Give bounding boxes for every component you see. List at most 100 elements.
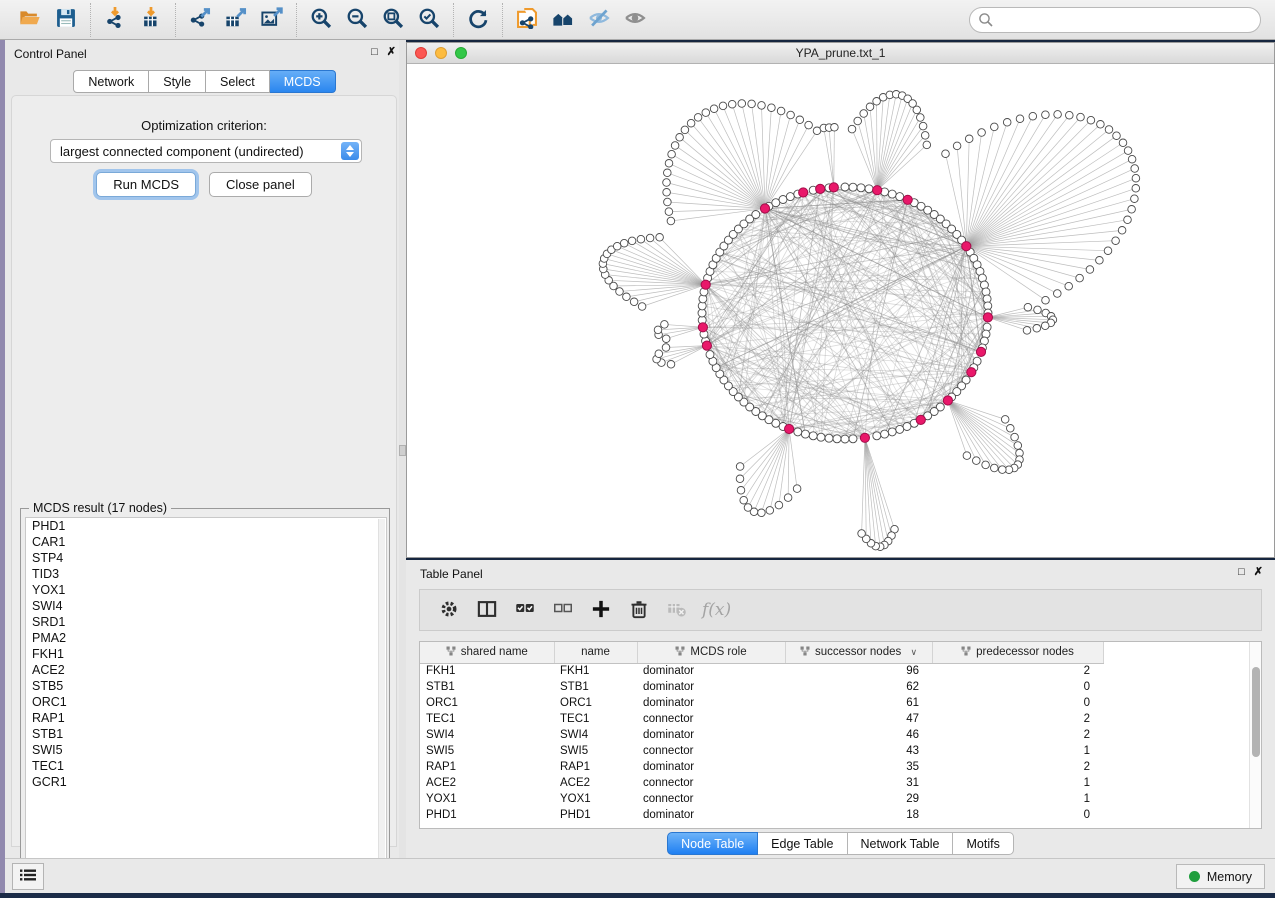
network-node[interactable] (917, 114, 925, 122)
mcds-node[interactable] (799, 188, 808, 197)
mcds-node[interactable] (860, 433, 869, 442)
network-node[interactable] (784, 494, 792, 502)
close-table-panel-icon[interactable]: ✗ (1254, 566, 1263, 579)
network-node[interactable] (661, 321, 669, 329)
network-node[interactable] (923, 141, 931, 149)
export-table-button[interactable] (218, 5, 254, 35)
network-node[interactable] (768, 104, 776, 112)
mcds-result-item[interactable]: PHD1 (26, 518, 386, 534)
mcds-node[interactable] (983, 313, 992, 322)
network-node[interactable] (1023, 327, 1031, 335)
zoom-in-button[interactable] (303, 5, 339, 35)
close-panel-icon[interactable]: ✗ (387, 46, 396, 59)
network-node[interactable] (1041, 322, 1049, 330)
network-node[interactable] (1011, 433, 1019, 441)
unselect-all-button[interactable] (548, 595, 578, 625)
network-node[interactable] (623, 293, 631, 301)
show-columns-button[interactable] (472, 595, 502, 625)
network-node[interactable] (1087, 116, 1095, 124)
network-node[interactable] (794, 428, 802, 436)
mcds-result-item[interactable]: FKH1 (26, 646, 386, 662)
network-node[interactable] (1097, 121, 1105, 129)
network-node[interactable] (1104, 247, 1112, 255)
network-node[interactable] (744, 504, 752, 512)
network-node[interactable] (1014, 442, 1022, 450)
network-node[interactable] (805, 121, 813, 129)
mcds-node[interactable] (943, 396, 952, 405)
network-node[interactable] (865, 185, 873, 193)
network-node[interactable] (737, 487, 745, 495)
network-node[interactable] (1124, 216, 1132, 224)
network-node[interactable] (786, 193, 794, 201)
close-panel-button[interactable]: Close panel (209, 172, 312, 197)
select-all-button[interactable] (510, 595, 540, 625)
network-node[interactable] (667, 361, 675, 369)
network-node[interactable] (1105, 126, 1113, 134)
network-node[interactable] (1086, 266, 1094, 274)
mcds-node[interactable] (916, 415, 925, 424)
network-node[interactable] (613, 242, 621, 250)
table-row[interactable]: SWI4SWI4dominator462 (420, 727, 1103, 743)
network-node[interactable] (758, 509, 766, 517)
tab-network[interactable]: Network (73, 70, 149, 93)
mcds-result-item[interactable]: STB5 (26, 678, 386, 694)
mcds-list-scrollbar[interactable] (378, 519, 385, 875)
column-header-MCDS-role[interactable]: MCDS role (637, 642, 785, 663)
network-node[interactable] (676, 134, 684, 142)
network-node[interactable] (1042, 296, 1050, 304)
table-scrollbar-thumb[interactable] (1252, 667, 1260, 757)
network-node[interactable] (825, 434, 833, 442)
network-node[interactable] (1024, 303, 1032, 311)
tab-motifs[interactable]: Motifs (953, 832, 1013, 855)
save-session-button[interactable] (48, 5, 84, 35)
mcds-node[interactable] (760, 204, 769, 213)
network-node[interactable] (991, 123, 999, 131)
network-node[interactable] (1034, 306, 1042, 314)
table-scrollbar[interactable] (1249, 642, 1261, 828)
network-node[interactable] (736, 463, 744, 471)
network-node[interactable] (667, 217, 675, 225)
network-node[interactable] (848, 125, 856, 133)
network-node[interactable] (1131, 165, 1139, 173)
memory-button[interactable]: Memory (1176, 864, 1265, 889)
mcds-result-item[interactable]: PMA2 (26, 630, 386, 646)
network-node[interactable] (978, 129, 986, 137)
network-node[interactable] (1001, 416, 1009, 424)
zoom-selected-button[interactable] (411, 5, 447, 35)
network-node[interactable] (1065, 282, 1073, 290)
network-node[interactable] (662, 335, 670, 343)
table-row[interactable]: ACE2ACE2connector311 (420, 775, 1103, 791)
mcds-node[interactable] (701, 280, 710, 289)
network-node[interactable] (664, 198, 672, 206)
network-node[interactable] (833, 435, 841, 443)
network-node[interactable] (1119, 139, 1127, 147)
clone-network-button[interactable] (509, 5, 545, 35)
mcds-node[interactable] (698, 323, 707, 332)
network-node[interactable] (748, 100, 756, 108)
network-node[interactable] (881, 430, 889, 438)
network-node[interactable] (775, 501, 783, 509)
network-node[interactable] (1033, 325, 1041, 333)
network-node[interactable] (779, 196, 787, 204)
float-table-panel-icon[interactable]: □ (1238, 566, 1245, 579)
network-node[interactable] (809, 432, 817, 440)
column-header-successor-nodes[interactable]: successor nodes ∨ (785, 642, 932, 663)
network-node[interactable] (706, 351, 714, 359)
network-node[interactable] (766, 507, 774, 515)
network-node[interactable] (849, 183, 857, 191)
export-image-button[interactable] (254, 5, 290, 35)
network-canvas[interactable] (407, 64, 1274, 557)
network-node[interactable] (873, 432, 881, 440)
network-node[interactable] (963, 452, 971, 460)
network-node[interactable] (903, 423, 911, 431)
table-row[interactable]: SWI5SWI5connector431 (420, 743, 1103, 759)
network-node[interactable] (628, 237, 636, 245)
delete-rows-button[interactable] (624, 595, 654, 625)
zoom-fit-button[interactable] (375, 5, 411, 35)
network-node[interactable] (687, 119, 695, 127)
first-neighbors-button[interactable] (545, 5, 581, 35)
table-row[interactable]: TEC1TEC1connector472 (420, 711, 1103, 727)
network-node[interactable] (681, 126, 689, 134)
table-row[interactable]: FKH1FKH1dominator962 (420, 663, 1103, 679)
network-node[interactable] (913, 106, 921, 114)
